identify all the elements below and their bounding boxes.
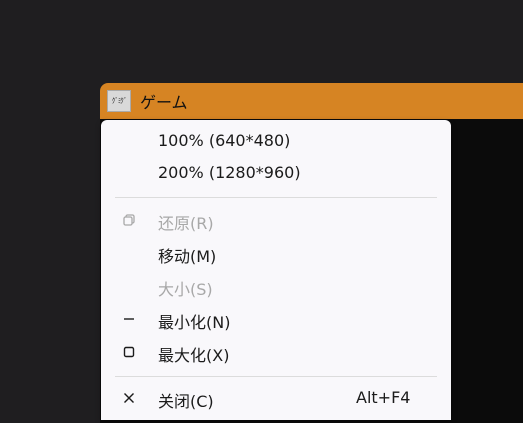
menu-separator: [115, 376, 437, 377]
menu-separator: [115, 197, 437, 198]
maximize-icon: [121, 344, 137, 360]
app-icon[interactable]: ｸﾞﾐｸﾞ: [107, 90, 131, 112]
menu-item-label: 最小化(N): [158, 313, 231, 332]
menu-item-restore: 还原(R): [101, 205, 451, 235]
minimize-icon: [121, 311, 137, 327]
menu-item-size: 大小(S): [101, 271, 451, 301]
menu-item-maximize[interactable]: 最大化(X): [101, 337, 451, 367]
menu-item-close[interactable]: 关闭(C) Alt+F4: [101, 383, 451, 413]
menu-item-label: 移动(M): [158, 247, 217, 266]
menu-item-label: 100% (640*480): [158, 131, 291, 150]
menu-item-minimize[interactable]: 最小化(N): [101, 304, 451, 334]
menu-item-zoom-100[interactable]: 100% (640*480): [101, 126, 451, 156]
menu-item-label: 200% (1280*960): [158, 163, 301, 182]
window-title: ゲーム: [140, 93, 188, 112]
menu-item-label: 关闭(C): [158, 392, 214, 411]
menu-item-label: 大小(S): [158, 280, 213, 299]
close-icon: [121, 390, 137, 406]
menu-item-zoom-200[interactable]: 200% (1280*960): [101, 158, 451, 188]
menu-item-move[interactable]: 移动(M): [101, 238, 451, 268]
title-bar[interactable]: ｸﾞﾐｸﾞ ゲーム: [100, 83, 523, 119]
restore-icon: [121, 212, 137, 228]
menu-item-shortcut: Alt+F4: [356, 388, 411, 407]
system-menu: 100% (640*480) 200% (1280*960) 还原(R) 移动(…: [101, 120, 451, 420]
menu-item-label: 最大化(X): [158, 346, 230, 365]
menu-item-label: 还原(R): [158, 214, 214, 233]
